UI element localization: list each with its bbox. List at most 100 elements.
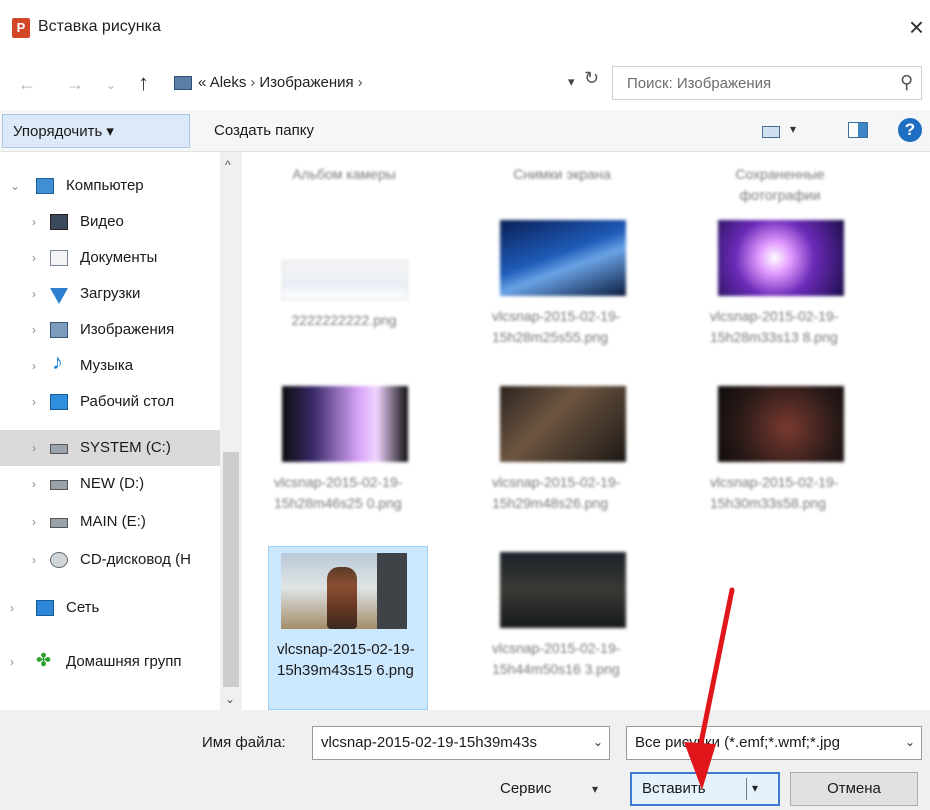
nav-scrollbar-thumb[interactable] — [223, 452, 239, 687]
image-thumbnail — [281, 553, 407, 629]
file-item-selected[interactable]: vlcsnap-2015-02-19-15h39m43s15 6.png — [268, 546, 428, 710]
image-thumbnail — [718, 220, 844, 296]
chevron-right-icon: › — [357, 74, 363, 91]
chevron-down-icon[interactable]: ⌄ — [905, 735, 915, 749]
dialog-footer: Имя файла: vlcsnap-2015-02-19-15h39m43s … — [0, 710, 930, 810]
nav-item-video[interactable]: › Видео — [0, 204, 228, 240]
chevron-right-icon[interactable]: › — [32, 542, 36, 578]
window-title: Вставка рисунка — [38, 18, 161, 35]
refresh-icon[interactable]: ↻ — [584, 68, 599, 89]
chevron-right-icon[interactable]: › — [32, 204, 36, 240]
nav-item-desktop[interactable]: › Рабочий стол — [0, 384, 228, 420]
nav-item-label: MAIN (E:) — [80, 513, 146, 530]
filename-input[interactable]: vlcsnap-2015-02-19-15h39m43s ⌄ — [312, 726, 610, 760]
recent-chevron-down-icon[interactable]: ⌄ — [106, 78, 116, 92]
nav-item-network[interactable]: › Сеть — [0, 590, 228, 626]
nav-item-pictures[interactable]: › Изображения — [0, 312, 228, 348]
filetype-select[interactable]: Все рисунки (*.emf;*.wmf;*.jpg ⌄ — [626, 726, 922, 760]
chevron-down-icon[interactable]: ⌄ — [593, 735, 603, 749]
file-item[interactable]: 2222222222.png — [262, 210, 422, 400]
chevron-right-icon[interactable]: › — [32, 312, 36, 348]
drive-icon — [50, 518, 68, 528]
split-divider — [746, 778, 747, 800]
chevron-down-icon[interactable]: ⌄ — [10, 168, 20, 204]
nav-item-label: CD-дисковод (H — [80, 551, 191, 568]
breadcrumb: « Aleks › Изображения › — [198, 74, 367, 91]
up-arrow-icon[interactable]: ↑ — [138, 70, 149, 96]
filename-value: vlcsnap-2015-02-19-15h39m43s — [321, 734, 537, 751]
nav-item-label: Рабочий стол — [80, 393, 175, 410]
image-thumbnail — [500, 386, 626, 462]
search-placeholder: Поиск: Изображения — [627, 75, 772, 92]
navigation-pane: ⌄ Компьютер › Видео › Документы › Загруз… — [0, 152, 245, 710]
chevron-right-icon[interactable]: › — [10, 590, 14, 626]
file-name: vlcsnap-2015-02-19-15h39m43s15 6.png — [277, 641, 415, 679]
file-name: 2222222222.png — [291, 312, 397, 328]
nav-item-label: Домашняя групп — [66, 653, 182, 670]
breadcrumb-item-pictures[interactable]: Изображения — [259, 74, 353, 91]
file-name: vlcsnap-2015-02-19-15h28m33s13 8.png — [710, 308, 839, 345]
help-icon[interactable]: ? — [898, 118, 922, 142]
nav-item-cd-drive[interactable]: › CD-дисковод (H — [0, 542, 228, 578]
folder-icon — [174, 76, 192, 90]
nav-scrollbar[interactable]: ^ ⌄ — [220, 152, 242, 710]
cancel-button[interactable]: Отмена — [790, 772, 918, 806]
chevron-right-icon[interactable]: › — [10, 644, 14, 680]
file-name: vlcsnap-2015-02-19-15h29m48s26.png — [492, 474, 621, 511]
chevron-right-icon[interactable]: › — [32, 276, 36, 312]
chevron-right-icon[interactable]: › — [32, 466, 36, 502]
close-icon[interactable]: × — [909, 14, 924, 40]
nav-item-homegroup[interactable]: › ✤ Домашняя групп — [0, 644, 228, 680]
music-folder-icon: ♪ — [52, 349, 63, 374]
nav-item-main-e[interactable]: › MAIN (E:) — [0, 504, 228, 540]
nav-item-label: Компьютер — [66, 177, 144, 194]
nav-item-label: Музыка — [80, 357, 134, 374]
chevron-up-icon[interactable]: ^ — [225, 158, 231, 172]
nav-item-new-d[interactable]: › NEW (D:) — [0, 466, 228, 502]
nav-item-label: Видео — [80, 213, 124, 230]
nav-item-computer[interactable]: ⌄ Компьютер — [0, 168, 228, 204]
insert-options-chevron-down-icon[interactable]: ▾ — [752, 781, 758, 795]
chevron-right-icon[interactable]: › — [32, 348, 36, 384]
back-arrow-icon[interactable]: ← — [18, 74, 36, 95]
nav-item-system-c[interactable]: › SYSTEM (C:) — [0, 430, 228, 466]
file-item[interactable]: vlcsnap-2015-02-19-15h28m46s25 0.png — [262, 380, 422, 570]
organize-button[interactable]: Упорядочить ▾ — [2, 114, 190, 148]
video-folder-icon — [50, 214, 68, 230]
chevron-right-icon: › — [250, 74, 256, 91]
file-item[interactable]: vlcsnap-2015-02-19-15h44m50s16 3.png — [480, 546, 640, 736]
file-item[interactable]: vlcsnap-2015-02-19-15h30m33s58.png — [698, 380, 858, 570]
filetype-value: Все рисунки (*.emf;*.wmf;*.jpg — [635, 734, 840, 751]
nav-item-music[interactable]: › ♪ Музыка — [0, 348, 228, 384]
nav-item-label: SYSTEM (C:) — [80, 439, 171, 456]
tools-button[interactable]: Сервис — [500, 774, 551, 804]
file-name: Снимки экрана — [513, 166, 611, 182]
pictures-folder-icon — [50, 322, 68, 338]
address-history-chevron-down-icon[interactable]: ▾ — [568, 74, 575, 90]
insert-button[interactable]: Вставить ▾ — [630, 772, 780, 806]
chevron-right-icon[interactable]: › — [32, 384, 36, 420]
forward-arrow-icon[interactable]: → — [66, 74, 84, 95]
computer-icon — [36, 178, 54, 194]
chevron-right-icon[interactable]: › — [32, 504, 36, 540]
chevron-right-icon[interactable]: › — [32, 430, 36, 466]
file-item[interactable]: vlcsnap-2015-02-19-15h28m25s55.png — [480, 210, 640, 400]
nav-item-downloads[interactable]: › Загрузки — [0, 276, 228, 312]
file-item[interactable]: vlcsnap-2015-02-19-15h28m33s13 8.png — [698, 210, 858, 400]
image-thumbnail — [718, 386, 844, 462]
cd-drive-icon — [50, 552, 68, 568]
breadcrumb-item-aleks[interactable]: Aleks — [210, 74, 247, 91]
chevron-down-icon[interactable]: ⌄ — [225, 692, 235, 706]
file-name: Сохраненные фотографии — [735, 166, 825, 203]
filename-label: Имя файла: — [202, 734, 286, 751]
breadcrumb-overflow[interactable]: « — [198, 74, 206, 91]
nav-item-documents[interactable]: › Документы — [0, 240, 228, 276]
file-item[interactable]: vlcsnap-2015-02-19-15h29m48s26.png — [480, 380, 640, 570]
tools-chevron-down-icon[interactable]: ▾ — [592, 782, 598, 796]
nav-item-label: Изображения — [80, 321, 175, 338]
nav-item-label: Сеть — [66, 599, 100, 616]
network-icon — [36, 600, 54, 616]
drive-icon — [50, 480, 68, 490]
chevron-right-icon[interactable]: › — [32, 240, 36, 276]
nav-item-label: NEW (D:) — [80, 475, 145, 492]
